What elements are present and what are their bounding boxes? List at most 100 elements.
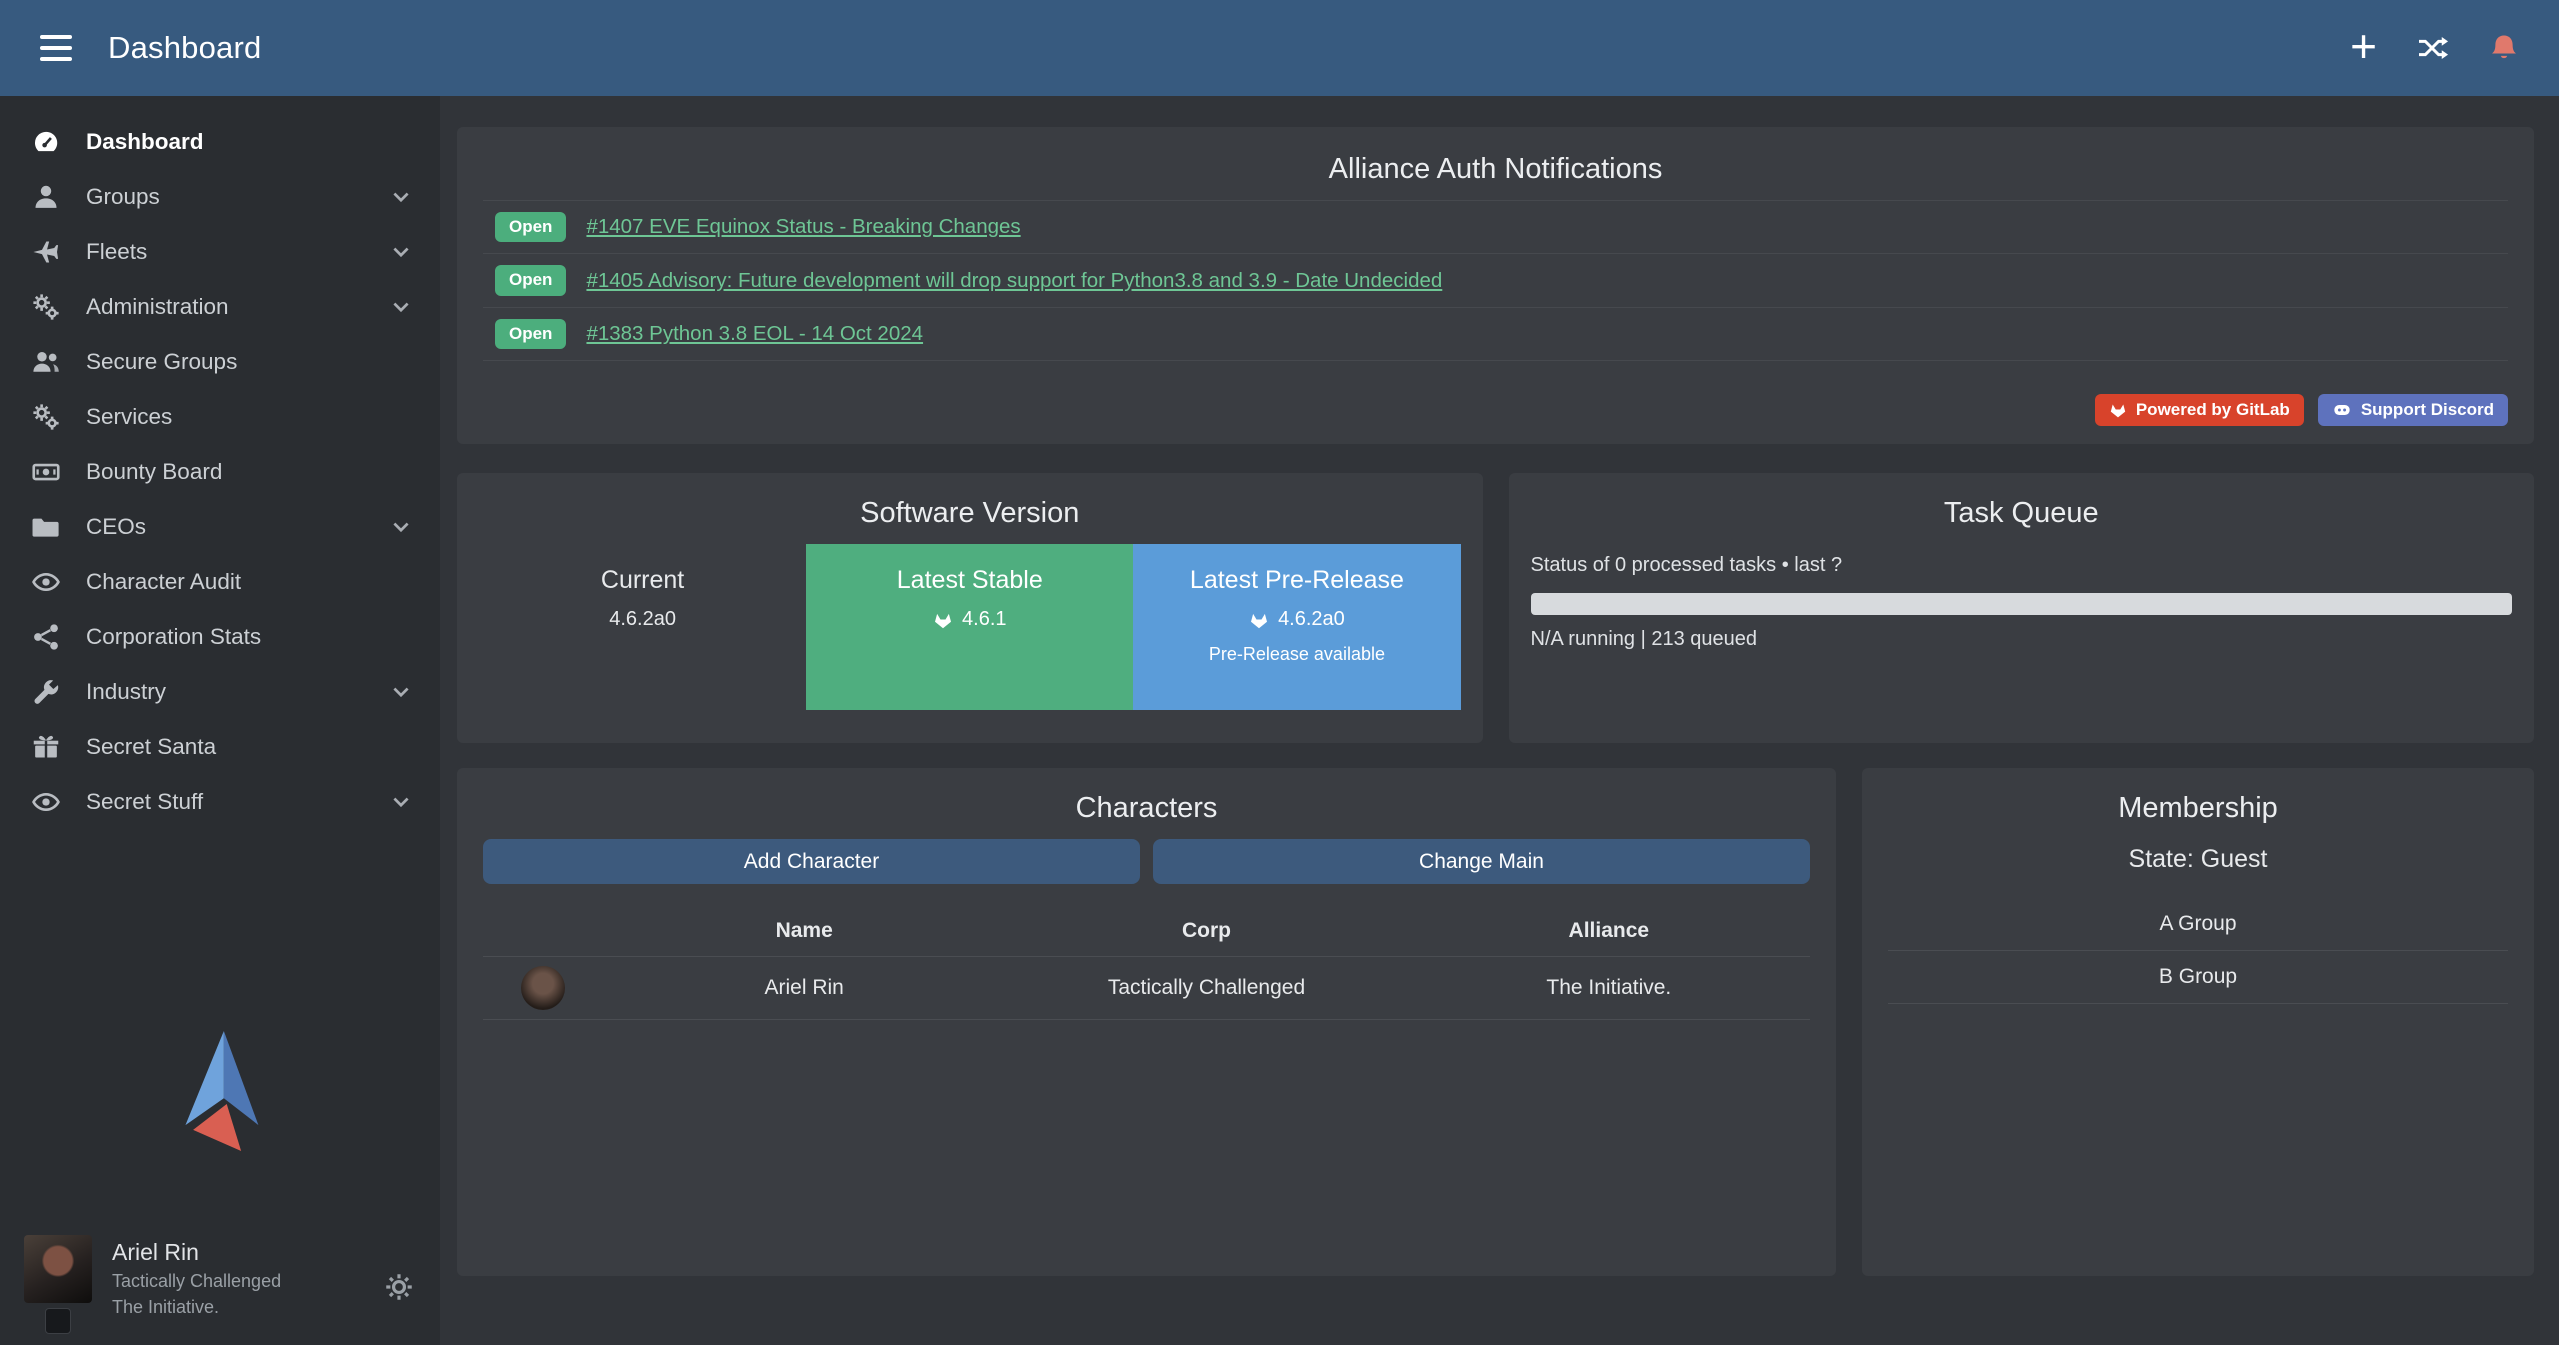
character-name: Ariel Rin [603, 976, 1005, 1000]
notification-row: Open #1407 EVE Equinox Status - Breaking… [483, 200, 2508, 254]
sidebar-nav: Dashboard Groups Fleets Administration S… [0, 96, 440, 829]
sidebar-item-label: Corporation Stats [86, 624, 261, 650]
sidebar-item-character-audit[interactable]: Character Audit [0, 554, 440, 609]
character-corp: Tactically Challenged [1005, 976, 1407, 1000]
money-icon [30, 456, 62, 488]
alliance-logo [172, 1030, 268, 1157]
sidebar-item-label: Dashboard [86, 129, 204, 155]
chevron-down-icon [390, 186, 412, 208]
character-portrait [521, 966, 565, 1010]
sidebar-item-administration[interactable]: Administration [0, 279, 440, 334]
sidebar-item-corporation-stats[interactable]: Corporation Stats [0, 609, 440, 664]
characters-title: Characters [483, 792, 1810, 825]
sidebar-item-label: Administration [86, 294, 229, 320]
notification-link[interactable]: #1405 Advisory: Future development will … [586, 269, 1442, 293]
person-icon [30, 181, 62, 213]
sidebar-item-label: CEOs [86, 514, 146, 540]
row-version-tasks: Software Version Current 4.6.2a0 Latest … [457, 473, 2534, 743]
user-name: Ariel Rin [112, 1239, 281, 1266]
sidebar-item-groups[interactable]: Groups [0, 169, 440, 224]
characters-card: Characters Add Character Change Main Nam… [457, 768, 1836, 1276]
characters-table-header: Name Corp Alliance [483, 906, 1810, 957]
dashboard-icon [30, 126, 62, 158]
notification-row: Open #1383 Python 3.8 EOL - 14 Oct 2024 [483, 308, 2508, 361]
software-version-card: Software Version Current 4.6.2a0 Latest … [457, 473, 1483, 743]
notification-link[interactable]: #1407 EVE Equinox Status - Breaking Chan… [586, 215, 1020, 239]
task-queue-title: Task Queue [1531, 497, 2513, 530]
sidebar-item-secret-santa[interactable]: Secret Santa [0, 719, 440, 774]
notifications-title: Alliance Auth Notifications [483, 153, 2508, 186]
gitlab-tanuki-icon [933, 610, 953, 630]
sidebar-item-services[interactable]: Services [0, 389, 440, 444]
settings-gear-icon[interactable] [384, 1272, 414, 1302]
character-row: Ariel Rin Tactically Challenged The Init… [483, 957, 1810, 1020]
shuffle-icon[interactable] [2417, 34, 2449, 62]
task-queue-counts: N/A running | 213 queued [1531, 628, 2513, 651]
version-latest-prerelease: Latest Pre-Release 4.6.2a0 Pre-Release a… [1133, 544, 1460, 710]
gitlab-tanuki-icon [1249, 610, 1269, 630]
version-label: Latest Stable [897, 566, 1043, 595]
chevron-down-icon [390, 681, 412, 703]
sidebar-item-label: Fleets [86, 239, 147, 265]
user-info: Ariel Rin Tactically Challenged The Init… [112, 1235, 281, 1318]
version-current: Current 4.6.2a0 [479, 544, 806, 710]
top-navbar: Dashboard + [0, 0, 2559, 96]
sidebar-item-ceos[interactable]: CEOs [0, 499, 440, 554]
notifications-list: Open #1407 EVE Equinox Status - Breaking… [483, 200, 2508, 361]
users-icon [30, 346, 62, 378]
sidebar-item-label: Bounty Board [86, 459, 222, 485]
notification-bell-icon[interactable] [2489, 33, 2519, 63]
user-avatar [24, 1235, 92, 1303]
add-icon[interactable]: + [2350, 23, 2377, 69]
notification-row: Open #1405 Advisory: Future development … [483, 254, 2508, 307]
status-badge: Open [495, 319, 566, 349]
gitlab-badge[interactable]: Powered by GitLab [2095, 394, 2304, 426]
sidebar-item-secure-groups[interactable]: Secure Groups [0, 334, 440, 389]
version-label: Latest Pre-Release [1190, 566, 1404, 595]
sidebar-item-label: Character Audit [86, 569, 241, 595]
notification-link[interactable]: #1383 Python 3.8 EOL - 14 Oct 2024 [586, 322, 923, 346]
gears-icon [30, 291, 62, 323]
chevron-down-icon [390, 296, 412, 318]
column-header-alliance: Alliance [1408, 919, 1810, 943]
sidebar-item-dashboard[interactable]: Dashboard [0, 114, 440, 169]
discord-badge[interactable]: Support Discord [2318, 394, 2508, 426]
character-alliance: The Initiative. [1408, 976, 1810, 1000]
sidebar-item-secret-stuff[interactable]: Secret Stuff [0, 774, 440, 829]
version-number: 4.6.2a0 [1249, 608, 1345, 631]
sidebar-item-label: Secret Stuff [86, 789, 203, 815]
main-content: Alliance Auth Notifications Open #1407 E… [440, 96, 2559, 1345]
user-alliance: The Initiative. [112, 1297, 281, 1318]
page-title: Dashboard [108, 30, 261, 66]
column-header-name: Name [603, 919, 1005, 943]
chevron-down-icon [390, 791, 412, 813]
sidebar-item-industry[interactable]: Industry [0, 664, 440, 719]
row-characters-membership: Characters Add Character Change Main Nam… [457, 768, 2534, 1276]
membership-card: Membership State: Guest A Group B Group [1862, 768, 2534, 1276]
app-root: Dashboard + Dashboard Groups Fleets [0, 0, 2559, 1345]
column-header-corp: Corp [1005, 919, 1407, 943]
add-character-button[interactable]: Add Character [483, 839, 1140, 884]
sidebar-item-bounty-board[interactable]: Bounty Board [0, 444, 440, 499]
gitlab-badge-label: Powered by GitLab [2136, 399, 2290, 421]
sidebar-item-label: Services [86, 404, 172, 430]
user-avatar-block [24, 1235, 92, 1334]
menu-toggle-icon[interactable] [40, 35, 72, 61]
chevron-down-icon [390, 516, 412, 538]
sidebar-item-fleets[interactable]: Fleets [0, 224, 440, 279]
fighter-jet-icon [30, 236, 62, 268]
version-latest-stable: Latest Stable 4.6.1 [806, 544, 1133, 710]
task-progress-bar [1531, 593, 2513, 615]
folder-icon [30, 511, 62, 543]
sidebar-item-label: Secret Santa [86, 734, 216, 760]
version-number: 4.6.2a0 [609, 608, 676, 631]
gift-icon [30, 731, 62, 763]
wrench-icon [30, 676, 62, 708]
membership-title: Membership [1888, 792, 2508, 825]
notifications-footer: Powered by GitLab Support Discord [483, 394, 2508, 426]
task-queue-card: Task Queue Status of 0 processed tasks •… [1509, 473, 2535, 743]
sidebar-item-label: Secure Groups [86, 349, 237, 375]
version-label: Current [601, 566, 684, 595]
eye-icon [30, 786, 62, 818]
change-main-button[interactable]: Change Main [1153, 839, 1810, 884]
